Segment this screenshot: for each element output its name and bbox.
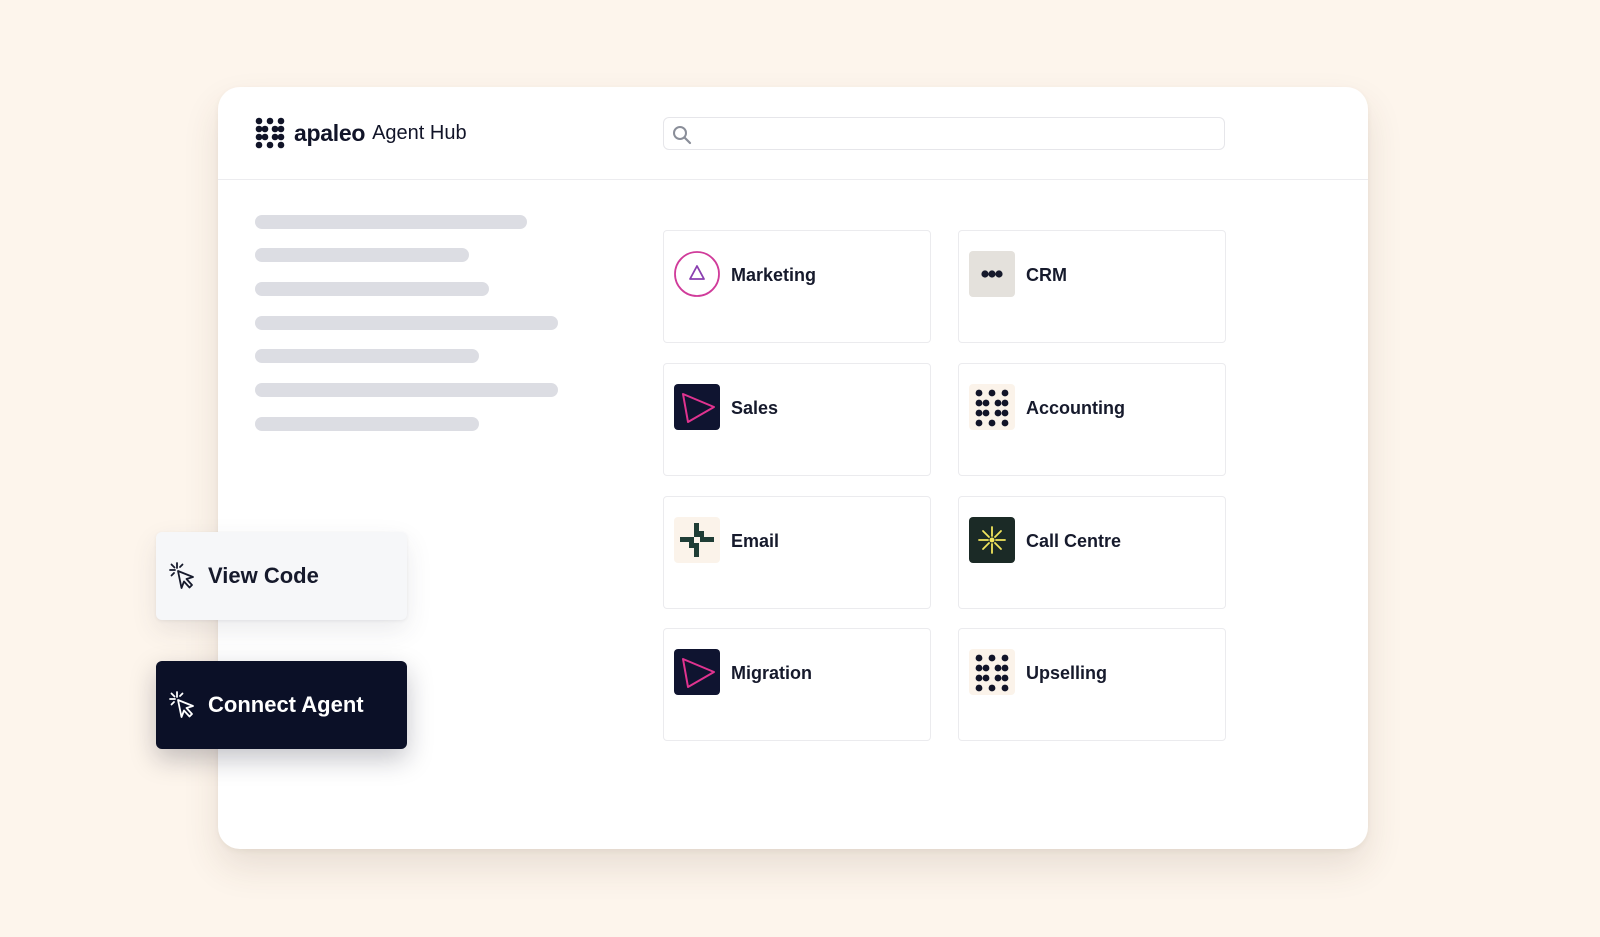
agent-card-sales[interactable]: Sales (663, 363, 931, 476)
skeleton-line (255, 248, 469, 262)
agent-label: CRM (1026, 265, 1067, 285)
agent-card-email[interactable]: Email (663, 496, 931, 609)
cursor-click-icon (169, 691, 194, 718)
agent-card-migration[interactable]: Migration (663, 628, 931, 741)
agent-label: Marketing (731, 265, 817, 285)
email-cross-icon (674, 517, 720, 563)
skeleton-line (255, 215, 527, 229)
agent-label: Call Centre (1026, 531, 1122, 551)
agent-label: Migration (731, 663, 812, 683)
skeleton-line (255, 383, 558, 397)
crm-dots-icon (969, 251, 1015, 297)
agent-card-marketing[interactable]: Marketing (663, 230, 931, 343)
connect-agent-button[interactable]: Connect Agent (156, 661, 407, 749)
agent-label: Email (731, 531, 780, 551)
agent-label: Upselling (1026, 663, 1108, 683)
migration-arrow-icon (674, 649, 720, 695)
skeleton-line (255, 349, 479, 363)
brand-name: apaleo (294, 119, 366, 146)
view-code-label: View Code (208, 563, 319, 588)
header: apaleo Agent Hub (218, 87, 1368, 180)
connect-agent-label: Connect Agent (208, 692, 364, 717)
agent-label: Sales (731, 398, 779, 418)
agent-card-upselling[interactable]: Upselling (958, 628, 1226, 741)
call-centre-burst-icon (969, 517, 1015, 563)
agent-card-call-centre[interactable]: Call Centre (958, 496, 1226, 609)
skeleton-line (255, 417, 479, 431)
cursor-click-icon (169, 562, 194, 589)
apaleo-logo-icon (255, 117, 285, 149)
app-logo[interactable]: apaleo Agent Hub (254, 115, 467, 151)
accounting-dots-icon (969, 384, 1015, 430)
upselling-dots-icon (969, 649, 1015, 695)
search-bar[interactable] (663, 117, 1225, 150)
skeleton-line (255, 316, 558, 330)
sales-arrow-icon (674, 384, 720, 430)
agent-label: Accounting (1026, 398, 1125, 418)
agent-card-crm[interactable]: CRM (958, 230, 1226, 343)
marketing-triangle-icon (674, 251, 720, 297)
view-code-button[interactable]: View Code (156, 532, 407, 620)
agent-card-accounting[interactable]: Accounting (958, 363, 1226, 476)
skeleton-line (255, 282, 489, 296)
product-name: Agent Hub (372, 121, 467, 144)
search-input[interactable] (702, 118, 1216, 150)
search-icon (673, 126, 692, 145)
